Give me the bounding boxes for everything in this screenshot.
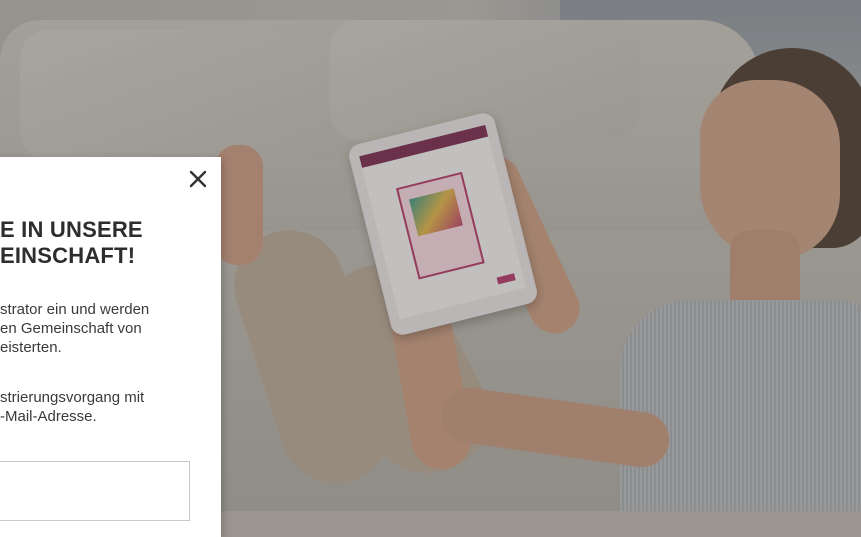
description-line: eisterten. bbox=[0, 339, 62, 356]
modal-instructions: strierungsvorgang mit -Mail-Adresse. bbox=[0, 388, 215, 426]
modal-description: strator ein und werden en Gemeinschaft v… bbox=[0, 300, 215, 357]
description-line: en Gemeinschaft von bbox=[0, 320, 142, 337]
close-button[interactable] bbox=[187, 168, 209, 190]
modal-title: E IN UNSERE EINSCHAFT! bbox=[0, 217, 215, 269]
modal-title-line: E IN UNSERE bbox=[0, 217, 143, 242]
description-line: strator ein und werden bbox=[0, 301, 150, 318]
modal-title-line: EINSCHAFT! bbox=[0, 243, 136, 268]
close-icon bbox=[189, 170, 207, 188]
email-field[interactable] bbox=[0, 461, 190, 521]
instructions-line: strierungsvorgang mit bbox=[0, 389, 145, 406]
instructions-line: -Mail-Adresse. bbox=[0, 408, 97, 425]
